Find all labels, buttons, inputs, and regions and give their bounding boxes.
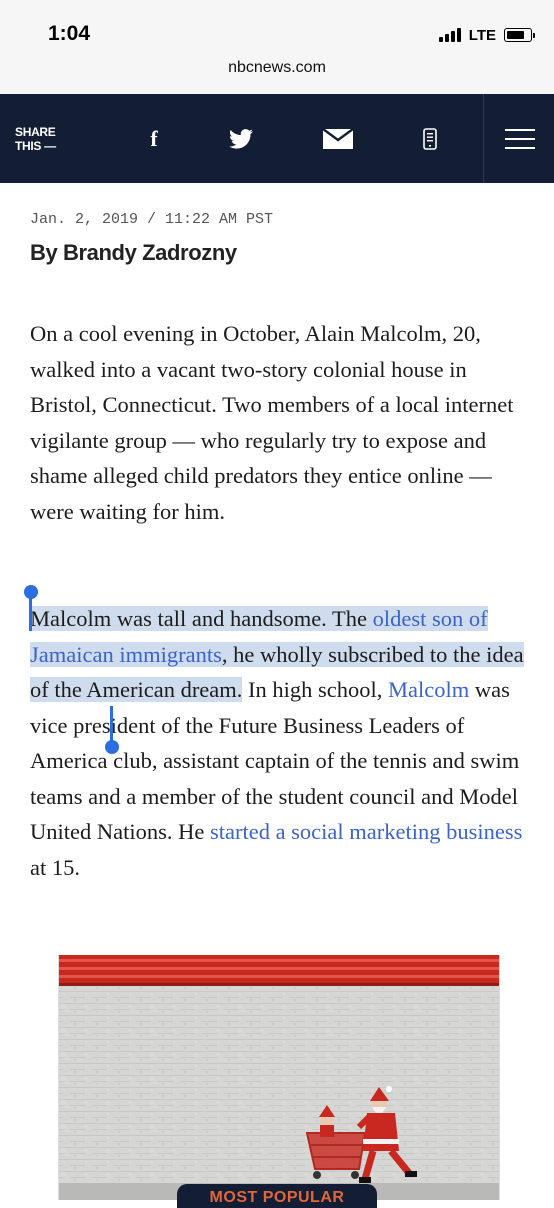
selection-end-knob[interactable] xyxy=(105,740,119,754)
status-indicators: LTE xyxy=(438,24,535,46)
email-icon[interactable] xyxy=(322,94,354,183)
link-social-marketing[interactable]: started a social marketing business xyxy=(210,819,522,844)
text-run: at 15. xyxy=(30,854,80,880)
share-label: SHARE THIS — xyxy=(15,125,56,153)
article-paragraph: On a cool evening in October, Alain Malc… xyxy=(30,321,514,524)
menu-icon[interactable] xyxy=(483,94,554,183)
facebook-icon[interactable]: f xyxy=(140,94,168,183)
text-run: In high school, xyxy=(242,677,389,702)
signal-icon xyxy=(438,28,461,42)
battery-icon xyxy=(504,28,535,42)
sms-icon[interactable] xyxy=(419,94,441,183)
hamburger-icon xyxy=(504,122,535,156)
share-bar: SHARE THIS — f xyxy=(0,94,554,183)
facebook-glyph: f xyxy=(150,125,158,151)
selection-end-handle[interactable] xyxy=(110,706,113,742)
santa-pushing-cart-image[interactable] xyxy=(58,955,500,1200)
twitter-icon[interactable] xyxy=(226,94,256,183)
status-bar: 1:04 LTE nbcnews.com xyxy=(0,0,554,94)
share-label-line2: THIS — xyxy=(15,139,56,153)
article-dateline: Jan. 2, 2019 / 11:22 AM PST xyxy=(30,211,274,228)
url-bar[interactable]: nbcnews.com xyxy=(0,59,554,77)
link-malcolm[interactable]: Malcolm xyxy=(388,677,469,702)
clock: 1:04 xyxy=(48,22,91,45)
text-run: Malcolm was tall and handsome. The xyxy=(30,606,373,631)
most-popular-tab[interactable]: MOST POPULAR xyxy=(177,1184,377,1208)
share-label-line1: SHARE xyxy=(15,125,56,139)
article-byline[interactable]: By Brandy Zadrozny xyxy=(30,240,237,266)
network-type: LTE xyxy=(468,26,496,44)
selection-start-handle[interactable] xyxy=(29,597,32,631)
